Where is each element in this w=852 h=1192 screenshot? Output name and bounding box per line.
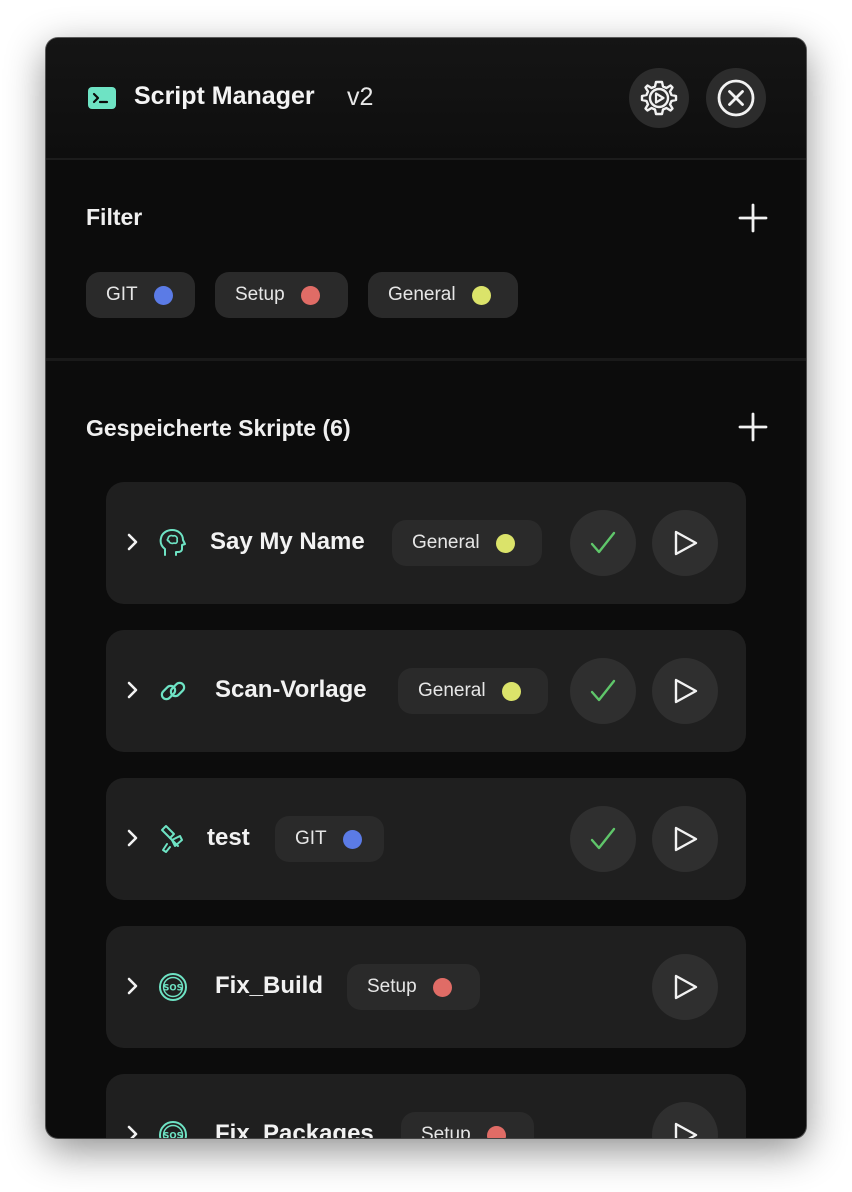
check-button[interactable]	[570, 806, 636, 872]
link-icon	[160, 681, 186, 701]
tag-color-dot	[501, 681, 521, 701]
script-card[interactable]: Scan-Vorlage General	[106, 630, 746, 752]
script-tag-label: General	[412, 532, 480, 553]
check-button[interactable]	[570, 658, 636, 724]
script-card[interactable]: Say My Name General	[106, 482, 746, 604]
play-icon	[674, 1122, 698, 1138]
script-card[interactable]: test GIT	[106, 778, 746, 900]
tag-color-dot	[495, 533, 515, 553]
tag-color-dot	[432, 977, 452, 997]
scripts-heading: Gespeicherte Skripte (6)	[86, 415, 351, 441]
run-button[interactable]	[652, 806, 718, 872]
svg-text:SOS: SOS	[163, 984, 182, 994]
script-tag-badge: General	[392, 520, 542, 566]
chevron-right-icon[interactable]	[126, 680, 140, 700]
tag-color-dot	[153, 285, 173, 305]
filter-tag-general[interactable]: General	[368, 272, 518, 318]
app-version: v2	[347, 83, 374, 111]
script-card[interactable]: SOS Fix_Packages Setup	[106, 1074, 746, 1138]
play-icon	[674, 974, 698, 1000]
tool-icon	[161, 825, 183, 853]
gear-icon	[640, 80, 678, 116]
script-tag-badge: Setup	[401, 1112, 534, 1138]
run-button[interactable]	[652, 658, 718, 724]
script-tag-label: Setup	[421, 1124, 471, 1138]
play-icon	[674, 678, 698, 704]
add-filter-button[interactable]	[738, 203, 768, 233]
chevron-right-icon[interactable]	[126, 1124, 140, 1138]
script-name: Say My Name	[210, 528, 365, 555]
filter-tag-label: GIT	[106, 284, 138, 305]
script-manager-window: Script Manager v2 Filter GIT Setup Gener…	[46, 38, 806, 1138]
script-card[interactable]: SOS Fix_Build Setup	[106, 926, 746, 1048]
close-icon	[717, 79, 755, 117]
checkmark-icon	[590, 827, 616, 850]
script-name: test	[207, 824, 250, 851]
chevron-right-icon[interactable]	[126, 976, 140, 996]
filter-section: Filter GIT Setup General	[46, 160, 806, 361]
script-tag-label: Setup	[367, 976, 417, 997]
sos-icon: SOS	[159, 973, 187, 1001]
chevron-right-icon[interactable]	[126, 532, 140, 552]
sos-icon: SOS	[159, 1121, 187, 1139]
title-bar: Script Manager v2	[46, 38, 806, 160]
run-button[interactable]	[652, 1102, 718, 1138]
tag-color-dot	[300, 285, 320, 305]
script-name: Fix_Packages	[215, 1120, 374, 1138]
script-name: Scan-Vorlage	[215, 676, 367, 703]
terminal-icon	[88, 87, 116, 109]
filter-heading: Filter	[86, 204, 143, 230]
svg-text:SOS: SOS	[163, 1132, 182, 1139]
filter-tag-label: General	[388, 284, 456, 305]
tag-color-dot	[342, 829, 362, 849]
script-tag-label: GIT	[295, 828, 327, 849]
script-name: Fix_Build	[215, 972, 324, 999]
script-tag-badge: Setup	[347, 964, 480, 1010]
script-tag-label: General	[418, 680, 486, 701]
tag-color-dot	[486, 1125, 506, 1138]
brain-head-icon	[159, 529, 186, 556]
add-script-button[interactable]	[738, 412, 768, 442]
script-tag-badge: GIT	[275, 816, 384, 862]
app-title: Script Manager	[134, 82, 315, 110]
chevron-right-icon[interactable]	[126, 828, 140, 848]
checkmark-icon	[590, 679, 616, 702]
script-tag-badge: General	[398, 668, 548, 714]
run-button[interactable]	[652, 510, 718, 576]
check-button[interactable]	[570, 510, 636, 576]
filter-tag-label: Setup	[235, 284, 285, 305]
tag-color-dot	[471, 285, 491, 305]
checkmark-icon	[590, 531, 616, 554]
settings-button[interactable]	[629, 68, 689, 128]
play-icon	[674, 530, 698, 556]
close-button[interactable]	[706, 68, 766, 128]
filter-tag-git[interactable]: GIT	[86, 272, 195, 318]
filter-tag-setup[interactable]: Setup	[215, 272, 348, 318]
play-icon	[674, 826, 698, 852]
run-button[interactable]	[652, 954, 718, 1020]
